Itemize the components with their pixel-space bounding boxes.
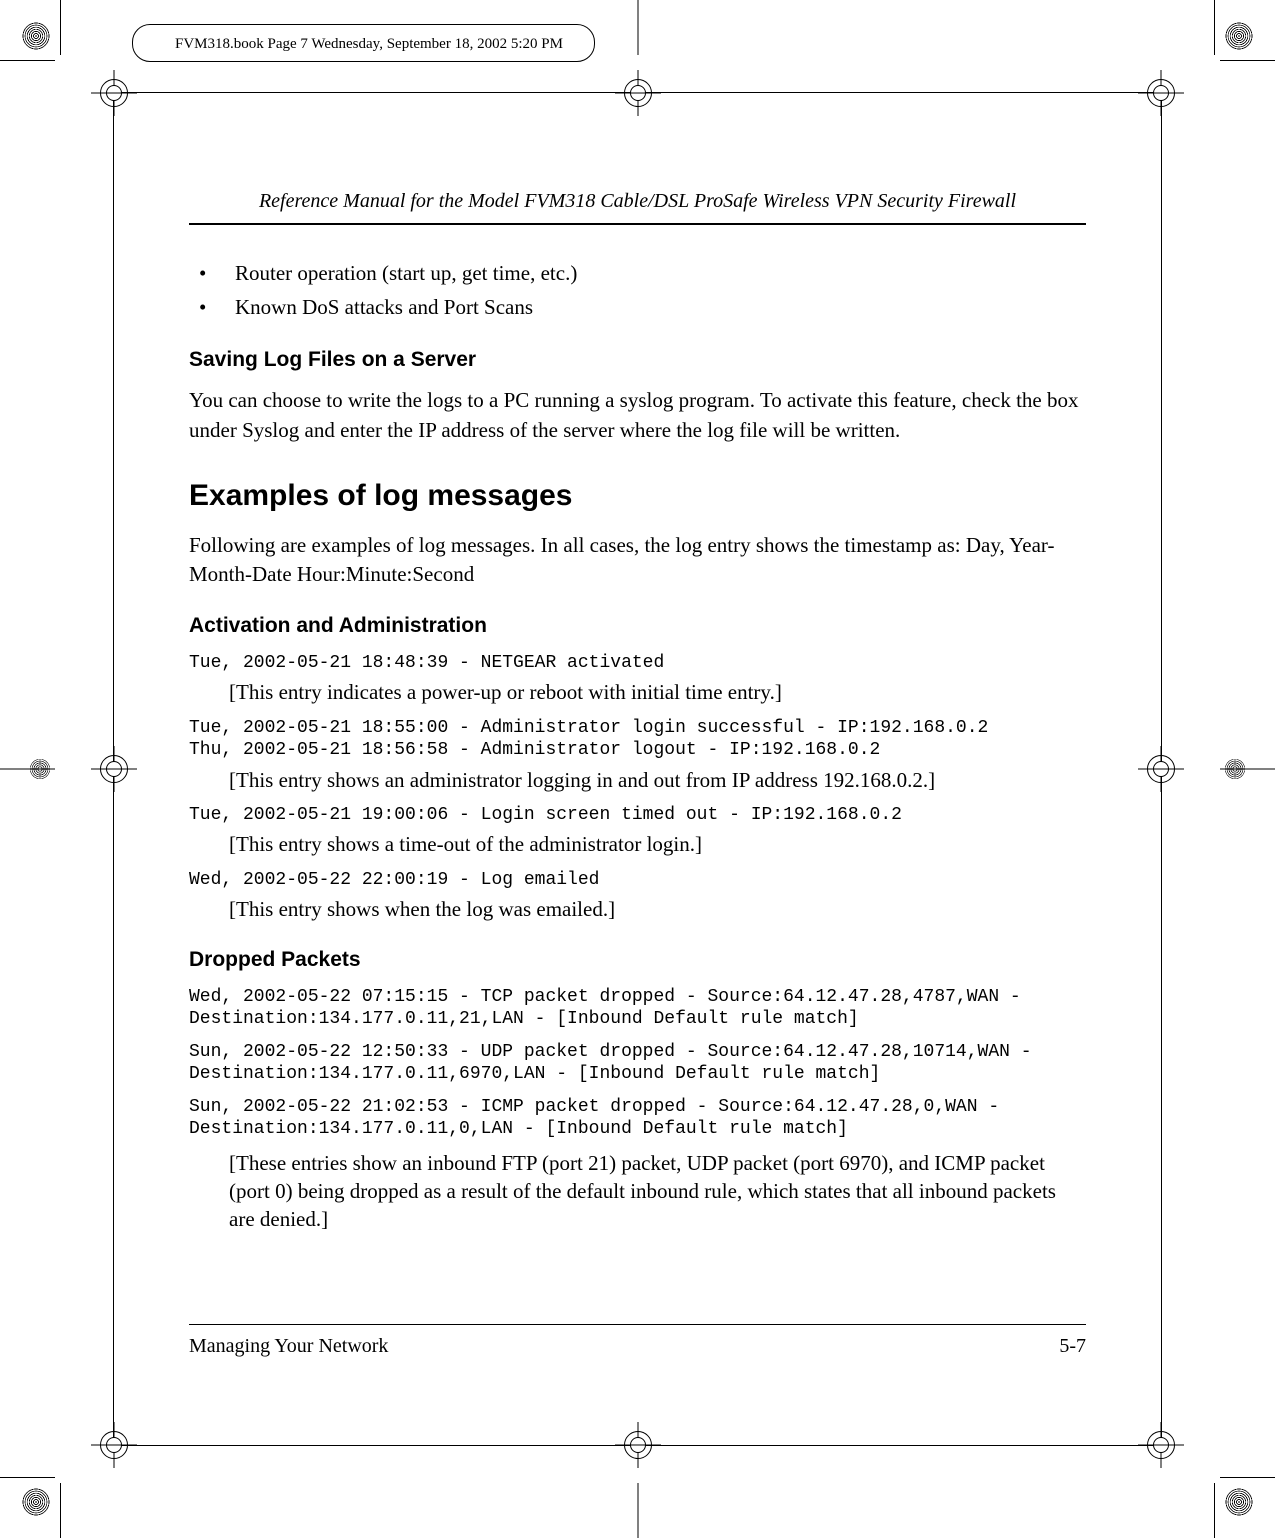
crosshair-icon (1138, 70, 1184, 116)
crop-mark (60, 0, 61, 55)
log-line: Tue, 2002-05-21 19:00:06 - Login screen … (189, 804, 1086, 827)
log-line: Wed, 2002-05-22 07:15:15 - TCP packet dr… (189, 986, 1086, 1031)
crop-mark (1214, 0, 1215, 55)
crosshair-icon (91, 1422, 137, 1468)
crop-mark (0, 1477, 55, 1478)
log-explanation: [This entry shows an administrator loggi… (229, 766, 1086, 794)
body-paragraph: You can choose to write the logs to a PC… (189, 386, 1086, 445)
crop-mark (637, 1483, 638, 1538)
crop-mark (637, 0, 638, 55)
registration-mark-icon (30, 759, 50, 779)
page-content: Reference Manual for the Model FVM318 Ca… (189, 190, 1086, 1358)
log-line: Tue, 2002-05-21 18:48:39 - NETGEAR activ… (189, 652, 1086, 675)
crop-mark (1214, 1483, 1215, 1538)
crop-mark (0, 60, 55, 61)
list-item: Router operation (start up, get time, et… (189, 257, 1086, 291)
crosshair-icon (1138, 746, 1184, 792)
body-paragraph: Following are examples of log messages. … (189, 531, 1086, 590)
crop-mark (1220, 1477, 1275, 1478)
section-heading-examples: Examples of log messages (189, 479, 1086, 513)
registration-mark-icon (22, 1488, 50, 1516)
subheading-activation: Activation and Administration (189, 614, 1086, 638)
registration-mark-icon (1225, 22, 1253, 50)
footer-rule (189, 1324, 1086, 1325)
subheading-dropped: Dropped Packets (189, 948, 1086, 972)
log-explanation: [These entries show an inbound FTP (port… (229, 1149, 1086, 1234)
crosshair-icon (91, 746, 137, 792)
bullet-list: Router operation (start up, get time, et… (189, 257, 1086, 324)
header-rule (189, 223, 1086, 225)
crop-mark (1220, 60, 1275, 61)
footer-left: Managing Your Network (189, 1335, 388, 1358)
crosshair-icon (615, 70, 661, 116)
log-line: Sun, 2002-05-22 12:50:33 - UDP packet dr… (189, 1041, 1086, 1086)
log-line: Tue, 2002-05-21 18:55:00 - Administrator… (189, 717, 1086, 762)
slug-text: FVM318.book Page 7 Wednesday, September … (175, 36, 563, 53)
registration-mark-icon (1225, 1488, 1253, 1516)
log-explanation: [This entry shows when the log was email… (229, 895, 1086, 923)
crosshair-icon (1138, 1422, 1184, 1468)
log-explanation: [This entry shows a time-out of the admi… (229, 830, 1086, 858)
page-footer: Managing Your Network 5-7 (189, 1324, 1086, 1358)
running-head: Reference Manual for the Model FVM318 Ca… (189, 190, 1086, 223)
crop-mark (60, 1483, 61, 1538)
log-line: Wed, 2002-05-22 22:00:19 - Log emailed (189, 869, 1086, 892)
crosshair-icon (91, 70, 137, 116)
log-line: Sun, 2002-05-22 21:02:53 - ICMP packet d… (189, 1096, 1086, 1141)
registration-mark-icon (1225, 759, 1245, 779)
log-explanation: [This entry indicates a power-up or rebo… (229, 678, 1086, 706)
list-item: Known DoS attacks and Port Scans (189, 291, 1086, 325)
crosshair-icon (615, 1422, 661, 1468)
footer-right: 5-7 (1059, 1335, 1086, 1358)
subheading-saving: Saving Log Files on a Server (189, 348, 1086, 372)
registration-mark-icon (22, 22, 50, 50)
